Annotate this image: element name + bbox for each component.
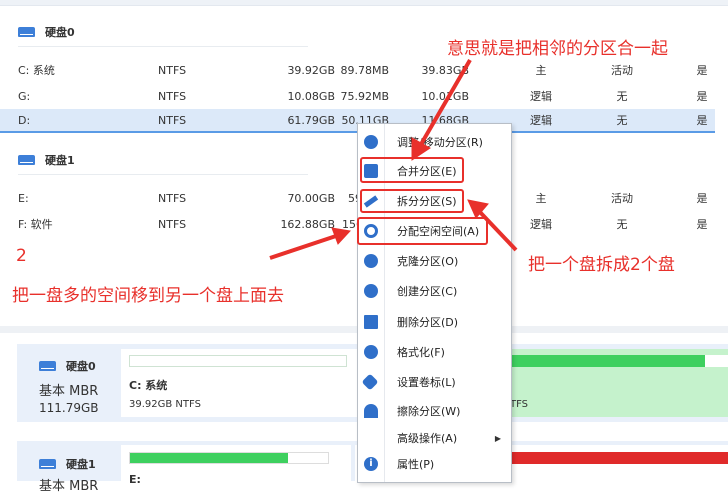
arrow-split [476, 208, 518, 252]
annotation-arrows [269, 58, 518, 260]
arrow-head [331, 227, 351, 245]
arrow-merge [418, 58, 472, 148]
arrow-allocate [269, 234, 337, 260]
